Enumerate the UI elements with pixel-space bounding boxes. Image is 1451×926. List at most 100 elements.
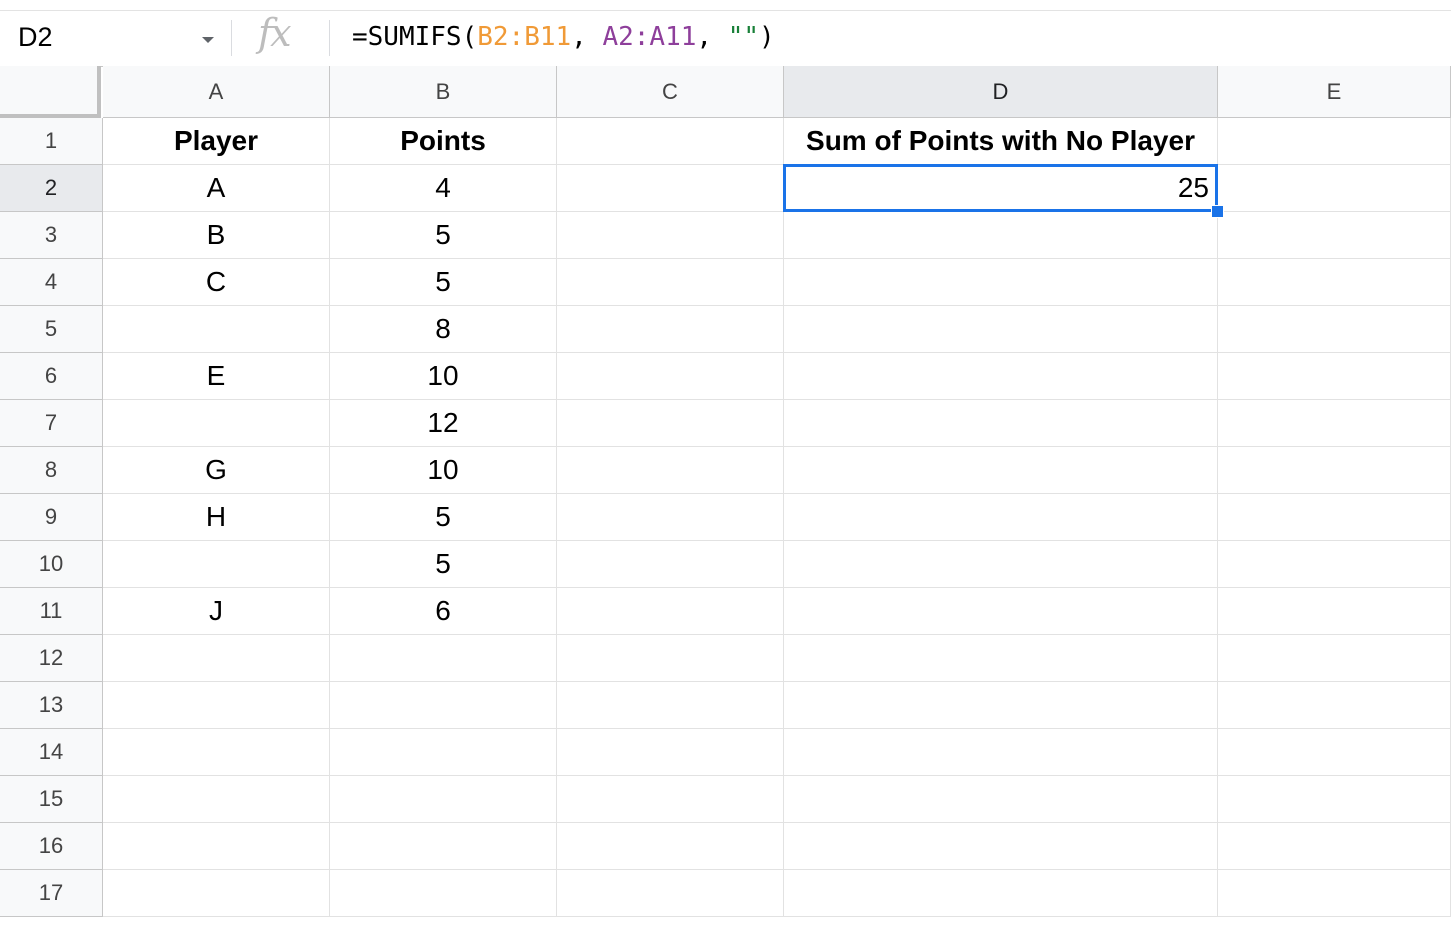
cell-b1[interactable]: Points xyxy=(330,118,557,165)
row-header-1[interactable]: 1 xyxy=(0,118,103,165)
cell-b3[interactable]: 5 xyxy=(330,212,557,259)
cell-a13[interactable] xyxy=(103,682,330,729)
row-header-5[interactable]: 5 xyxy=(0,306,103,353)
cell-c17[interactable] xyxy=(557,870,784,917)
cell-b14[interactable] xyxy=(330,729,557,776)
cell-d11[interactable] xyxy=(784,588,1218,635)
cell-d7[interactable] xyxy=(784,400,1218,447)
cell-b13[interactable] xyxy=(330,682,557,729)
row-header-8[interactable]: 8 xyxy=(0,447,103,494)
cell-a11[interactable]: J xyxy=(103,588,330,635)
row-header-9[interactable]: 9 xyxy=(0,494,103,541)
cell-a9[interactable]: H xyxy=(103,494,330,541)
cell-d14[interactable] xyxy=(784,729,1218,776)
cell-e8[interactable] xyxy=(1218,447,1451,494)
name-box-dropdown-icon[interactable] xyxy=(202,37,214,43)
cell-c10[interactable] xyxy=(557,541,784,588)
cell-a14[interactable] xyxy=(103,729,330,776)
cell-c9[interactable] xyxy=(557,494,784,541)
cell-c15[interactable] xyxy=(557,776,784,823)
cell-e3[interactable] xyxy=(1218,212,1451,259)
cell-c3[interactable] xyxy=(557,212,784,259)
cell-d9[interactable] xyxy=(784,494,1218,541)
cell-e4[interactable] xyxy=(1218,259,1451,306)
cell-c7[interactable] xyxy=(557,400,784,447)
row-header-15[interactable]: 15 xyxy=(0,776,103,823)
cell-e16[interactable] xyxy=(1218,823,1451,870)
cell-e9[interactable] xyxy=(1218,494,1451,541)
row-header-14[interactable]: 14 xyxy=(0,729,103,776)
cell-d3[interactable] xyxy=(784,212,1218,259)
cell-e12[interactable] xyxy=(1218,635,1451,682)
cell-a5[interactable] xyxy=(103,306,330,353)
cell-b16[interactable] xyxy=(330,823,557,870)
cell-a15[interactable] xyxy=(103,776,330,823)
cell-b7[interactable]: 12 xyxy=(330,400,557,447)
cell-e10[interactable] xyxy=(1218,541,1451,588)
cell-b15[interactable] xyxy=(330,776,557,823)
cell-b8[interactable]: 10 xyxy=(330,447,557,494)
row-header-11[interactable]: 11 xyxy=(0,588,103,635)
row-header-10[interactable]: 10 xyxy=(0,541,103,588)
row-header-6[interactable]: 6 xyxy=(0,353,103,400)
cell-c4[interactable] xyxy=(557,259,784,306)
cell-c1[interactable] xyxy=(557,118,784,165)
cell-e5[interactable] xyxy=(1218,306,1451,353)
cell-d2[interactable]: 25 xyxy=(784,165,1218,212)
cell-a2[interactable]: A xyxy=(103,165,330,212)
cell-a6[interactable]: E xyxy=(103,353,330,400)
cell-d12[interactable] xyxy=(784,635,1218,682)
cell-c2[interactable] xyxy=(557,165,784,212)
cell-a16[interactable] xyxy=(103,823,330,870)
name-box[interactable]: D2 xyxy=(18,22,53,53)
select-all-corner[interactable] xyxy=(0,66,101,118)
cell-d4[interactable] xyxy=(784,259,1218,306)
column-header-a[interactable]: A xyxy=(103,66,330,118)
cell-e11[interactable] xyxy=(1218,588,1451,635)
cell-c12[interactable] xyxy=(557,635,784,682)
cell-b10[interactable]: 5 xyxy=(330,541,557,588)
formula-input[interactable]: =SUMIFS(B2:B11, A2:A11, "") xyxy=(352,22,775,52)
cell-d6[interactable] xyxy=(784,353,1218,400)
row-header-16[interactable]: 16 xyxy=(0,823,103,870)
column-header-c[interactable]: C xyxy=(557,66,784,118)
cell-b12[interactable] xyxy=(330,635,557,682)
cell-a12[interactable] xyxy=(103,635,330,682)
row-header-17[interactable]: 17 xyxy=(0,870,103,917)
cell-a10[interactable] xyxy=(103,541,330,588)
cell-a17[interactable] xyxy=(103,870,330,917)
cell-e2[interactable] xyxy=(1218,165,1451,212)
cell-e14[interactable] xyxy=(1218,729,1451,776)
cell-d5[interactable] xyxy=(784,306,1218,353)
cell-a4[interactable]: C xyxy=(103,259,330,306)
fill-handle[interactable] xyxy=(1211,205,1224,218)
cell-d17[interactable] xyxy=(784,870,1218,917)
cell-c8[interactable] xyxy=(557,447,784,494)
cell-b11[interactable]: 6 xyxy=(330,588,557,635)
cell-d10[interactable] xyxy=(784,541,1218,588)
row-header-3[interactable]: 3 xyxy=(0,212,103,259)
cell-e13[interactable] xyxy=(1218,682,1451,729)
cell-b17[interactable] xyxy=(330,870,557,917)
cell-c5[interactable] xyxy=(557,306,784,353)
cell-a8[interactable]: G xyxy=(103,447,330,494)
cell-c16[interactable] xyxy=(557,823,784,870)
cell-e6[interactable] xyxy=(1218,353,1451,400)
column-header-d[interactable]: D xyxy=(784,66,1218,118)
cell-e1[interactable] xyxy=(1218,118,1451,165)
cell-b6[interactable]: 10 xyxy=(330,353,557,400)
cell-c11[interactable] xyxy=(557,588,784,635)
cell-c13[interactable] xyxy=(557,682,784,729)
cell-d13[interactable] xyxy=(784,682,1218,729)
cell-b9[interactable]: 5 xyxy=(330,494,557,541)
cell-c6[interactable] xyxy=(557,353,784,400)
cell-e17[interactable] xyxy=(1218,870,1451,917)
cell-a7[interactable] xyxy=(103,400,330,447)
cell-b4[interactable]: 5 xyxy=(330,259,557,306)
row-header-2[interactable]: 2 xyxy=(0,165,103,212)
cell-d8[interactable] xyxy=(784,447,1218,494)
row-header-7[interactable]: 7 xyxy=(0,400,103,447)
row-header-13[interactable]: 13 xyxy=(0,682,103,729)
row-header-4[interactable]: 4 xyxy=(0,259,103,306)
cell-d1[interactable]: Sum of Points with No Player xyxy=(784,118,1218,165)
